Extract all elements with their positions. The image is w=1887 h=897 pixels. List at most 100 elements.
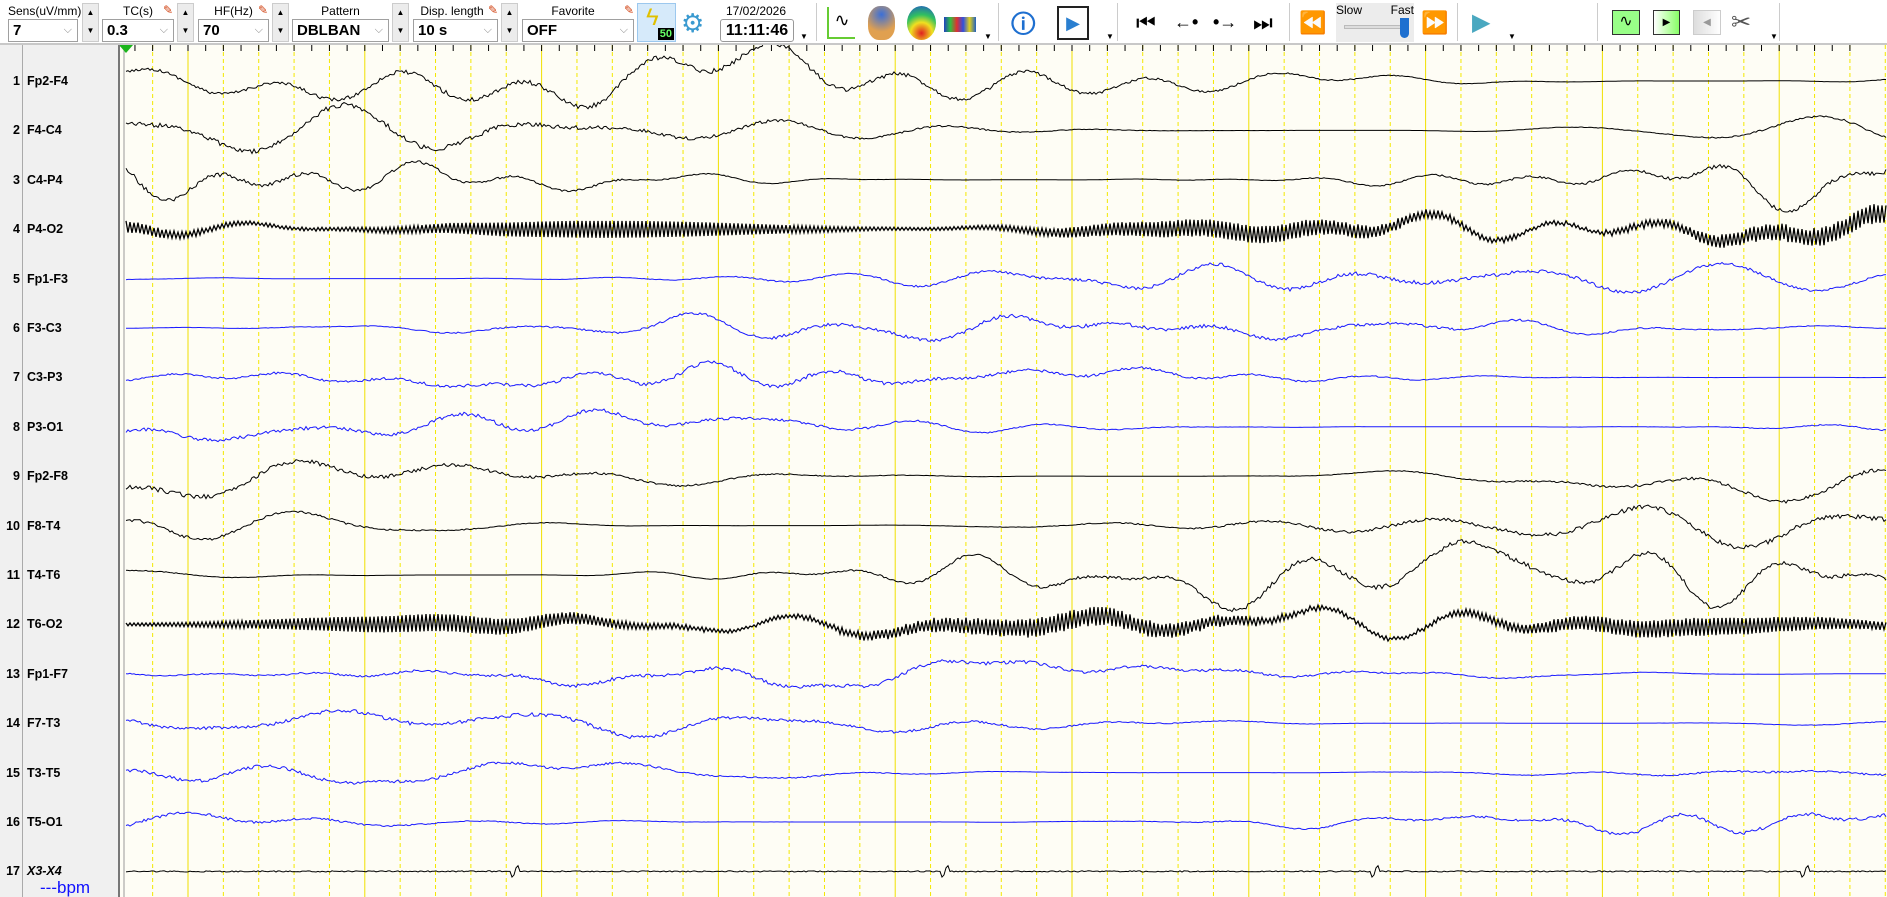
favorite-select[interactable]: OFF ⌵ bbox=[522, 19, 634, 42]
slider-handle[interactable] bbox=[1400, 18, 1409, 38]
chevron-down-icon: ⌵ bbox=[63, 24, 72, 36]
channel-number: 6 bbox=[13, 321, 20, 335]
step-back-button[interactable]: ←• bbox=[1174, 12, 1198, 33]
dropdown-icon[interactable]: ▼ bbox=[984, 32, 992, 41]
pattern-select[interactable]: DBLBAN ⌵ bbox=[292, 19, 389, 42]
channel-label[interactable]: 2 F4-C4 bbox=[0, 122, 118, 138]
eeg-trace-area[interactable] bbox=[120, 45, 1887, 897]
channel-label[interactable]: 7 C3-P3 bbox=[0, 369, 118, 385]
tc-select[interactable]: 0.3 ⌵ bbox=[102, 19, 174, 42]
hf-select[interactable]: 70 ⌵ bbox=[198, 19, 269, 42]
pencil-icon[interactable]: ✎ bbox=[488, 3, 498, 17]
channel-number: 11 bbox=[6, 568, 20, 582]
montage-settings-icon[interactable]: ⚙ bbox=[681, 6, 715, 40]
dropdown-icon[interactable]: ▼ bbox=[1508, 32, 1516, 41]
channel-name: F8-T4 bbox=[27, 518, 61, 533]
channel-name: C3-P3 bbox=[27, 370, 63, 385]
channel-label[interactable]: 13 Fp1-F7 bbox=[0, 666, 118, 682]
dropdown-icon[interactable]: ▼ bbox=[1770, 32, 1778, 41]
sensitivity-select[interactable]: 7 ⌵ bbox=[8, 19, 78, 42]
chevron-down-icon: ⌵ bbox=[483, 24, 492, 36]
heart-rate-readout: ---bpm bbox=[40, 878, 91, 897]
channel-label[interactable]: 5 Fp1-F3 bbox=[0, 271, 118, 287]
channel-number: 4 bbox=[13, 222, 20, 237]
channel-name: T6-O2 bbox=[27, 617, 63, 632]
go-to-start-button[interactable]: ⏮ bbox=[1136, 10, 1156, 36]
pencil-icon[interactable]: ✎ bbox=[163, 3, 173, 17]
channel-number: 12 bbox=[6, 617, 20, 632]
pattern-label: Pattern bbox=[321, 4, 360, 18]
fast-forward-button[interactable]: ⏩ bbox=[1421, 10, 1448, 36]
channel-label[interactable]: 14 F7-T3 bbox=[0, 715, 118, 731]
play-button[interactable]: ▶ bbox=[1472, 8, 1490, 37]
slider-track bbox=[1344, 25, 1404, 29]
channel-number: 3 bbox=[13, 172, 20, 187]
channel-name: Fp2-F8 bbox=[27, 469, 68, 484]
channel-label[interactable]: 15 T3-T5 bbox=[0, 765, 118, 781]
chevron-down-icon: ⌵ bbox=[254, 24, 263, 36]
channel-name: C4-P4 bbox=[27, 172, 63, 187]
channel-label[interactable]: 6 F3-C3 bbox=[0, 320, 118, 336]
time-display[interactable]: 11:11:46 bbox=[720, 19, 794, 42]
channel-name: Fp1-F3 bbox=[27, 271, 68, 286]
channel-name: F4-C4 bbox=[27, 123, 62, 138]
channel-label[interactable]: 9 Fp2-F8 bbox=[0, 468, 118, 484]
channel-name: T4-T6 bbox=[27, 568, 61, 582]
chevron-down-icon: ⌵ bbox=[159, 24, 168, 36]
sensitivity-value: 7 bbox=[13, 22, 22, 39]
go-to-end-button[interactable]: ⏭ bbox=[1253, 10, 1273, 36]
sensitivity-label: Sens(uV/mm) bbox=[8, 4, 82, 18]
channel-name: F3-C3 bbox=[27, 321, 62, 335]
channel-label[interactable]: 1 Fp2-F4 bbox=[0, 73, 118, 89]
pattern-spinner[interactable]: ▲ ▼ bbox=[392, 3, 409, 42]
channel-number: 17 bbox=[6, 864, 20, 879]
tc-value: 0.3 bbox=[107, 22, 128, 39]
channel-name: P3-O1 bbox=[27, 419, 64, 434]
dropdown-icon[interactable]: ▼ bbox=[1106, 32, 1114, 41]
clip-scissors-icon[interactable]: ✂ bbox=[1731, 6, 1765, 40]
previous-marker-icon[interactable]: ◀ bbox=[1693, 10, 1721, 35]
channel-label[interactable]: 3 C4-P4 bbox=[0, 172, 118, 188]
next-marker-icon[interactable]: ▶ bbox=[1653, 10, 1680, 35]
channel-label[interactable]: 16 T5-O1 bbox=[0, 814, 118, 830]
waveform-marker-icon[interactable]: ∿ bbox=[1612, 10, 1640, 35]
trace-view-icon[interactable]: ∿ bbox=[827, 7, 855, 39]
channel-label[interactable]: 12 T6-O2 bbox=[0, 616, 118, 632]
display-length-spinner[interactable]: ▲ ▼ bbox=[501, 3, 518, 42]
channel-name: P4-O2 bbox=[27, 222, 64, 237]
notch-filter-button[interactable]: ϟ 50 bbox=[637, 3, 676, 42]
channel-label[interactable]: 8 P3-O1 bbox=[0, 419, 118, 435]
pencil-icon[interactable]: ✎ bbox=[258, 3, 268, 17]
chevron-down-icon: ⌵ bbox=[619, 24, 628, 36]
pattern-value: DBLBAN bbox=[297, 22, 361, 39]
channel-label[interactable]: 10 F8-T4 bbox=[0, 518, 118, 534]
channel-number: 9 bbox=[13, 469, 20, 484]
time-dropdown-icon[interactable]: ▼ bbox=[800, 32, 808, 41]
channel-label[interactable]: 17 X3-X4 bbox=[0, 863, 118, 879]
channel-label-panel: 1 Fp2-F4 2 F4-C4 3 C4-P4 4 P4-O2 5 Fp1-F3 6 F3-C3 7 C… bbox=[0, 45, 120, 897]
display-length-select[interactable]: 10 s ⌵ bbox=[413, 19, 498, 42]
rewind-button[interactable]: ⏪ bbox=[1299, 10, 1326, 36]
head-3d-icon[interactable] bbox=[868, 6, 895, 40]
pencil-icon[interactable]: ✎ bbox=[624, 3, 634, 17]
brain-map-icon[interactable] bbox=[907, 6, 936, 40]
channel-label[interactable]: 11 T4-T6 bbox=[0, 567, 118, 583]
patient-info-icon[interactable]: 🛈 bbox=[1010, 8, 1041, 40]
channel-name: T5-O1 bbox=[27, 815, 63, 829]
channel-name: Fp2-F4 bbox=[27, 74, 68, 88]
speed-slider[interactable]: Slow Fast bbox=[1336, 3, 1414, 42]
notch-badge: 50 bbox=[657, 28, 674, 40]
channel-number: 10 bbox=[6, 518, 20, 533]
channel-number: 2 bbox=[13, 123, 20, 138]
display-length-label: Disp. length bbox=[420, 4, 484, 18]
channel-number: 5 bbox=[13, 271, 20, 286]
channel-name: X3-X4 bbox=[27, 864, 62, 879]
hf-spinner[interactable]: ▲ ▼ bbox=[272, 3, 289, 42]
video-icon[interactable]: ▶ bbox=[1057, 6, 1089, 40]
spectrogram-icon[interactable] bbox=[944, 17, 976, 32]
sensitivity-spinner[interactable]: ▲ ▼ bbox=[82, 3, 99, 42]
step-forward-button[interactable]: •→ bbox=[1213, 12, 1237, 33]
channel-label[interactable]: 4 P4-O2 bbox=[0, 221, 118, 237]
tc-spinner[interactable]: ▲ ▼ bbox=[177, 3, 194, 42]
channel-number: 13 bbox=[6, 666, 20, 681]
